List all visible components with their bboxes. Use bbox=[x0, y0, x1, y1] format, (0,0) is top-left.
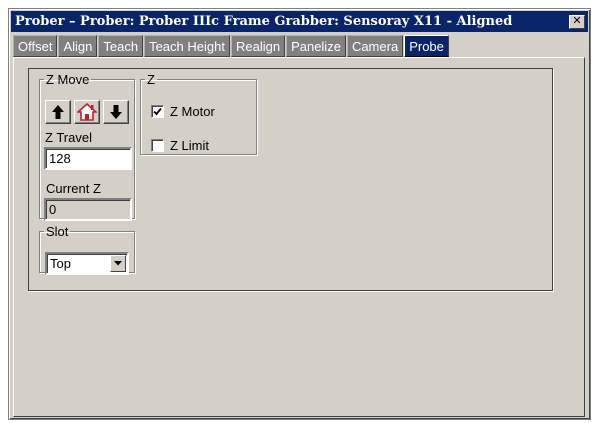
window-title: Prober – Prober: Prober IIIc Frame Grabb… bbox=[15, 14, 513, 29]
tab-strip: Offset Align Teach Teach Height Realign … bbox=[13, 35, 450, 57]
slot-group: Slot Top bbox=[39, 224, 135, 275]
slot-dropdown-button[interactable] bbox=[110, 255, 126, 272]
z-move-buttons bbox=[45, 100, 129, 124]
current-z-label: Current Z bbox=[46, 181, 101, 196]
z-limit-checkbox[interactable] bbox=[151, 139, 164, 152]
tab-camera[interactable]: Camera bbox=[346, 35, 404, 57]
tab-offset[interactable]: Offset bbox=[13, 35, 58, 57]
z-up-button[interactable] bbox=[45, 100, 71, 124]
z-down-button[interactable] bbox=[103, 100, 129, 124]
tab-teach[interactable]: Teach bbox=[98, 35, 144, 57]
slot-selected-value: Top bbox=[50, 256, 71, 271]
close-icon: ✕ bbox=[572, 15, 582, 27]
tab-panelize[interactable]: Panelize bbox=[286, 35, 346, 57]
prober-window: Prober – Prober: Prober IIIc Frame Grabb… bbox=[8, 8, 591, 420]
probe-panel-frame: Z Move Z Travel 128 Current Z 0 Z Z Moto… bbox=[28, 68, 553, 291]
z-home-button[interactable] bbox=[74, 100, 100, 124]
close-button[interactable]: ✕ bbox=[569, 14, 585, 29]
z-limit-label: Z Limit bbox=[170, 138, 209, 153]
z-legend: Z bbox=[147, 72, 155, 87]
arrow-down-icon bbox=[110, 105, 122, 119]
z-group: Z Z Motor Z Limit bbox=[140, 73, 257, 155]
z-move-legend: Z Move bbox=[46, 72, 90, 87]
probe-tab-page: Z Move Z Travel 128 Current Z 0 Z Z Moto… bbox=[13, 57, 585, 417]
title-bar[interactable]: Prober – Prober: Prober IIIc Frame Grabb… bbox=[11, 11, 588, 32]
home-icon bbox=[77, 103, 97, 121]
checkmark-icon bbox=[153, 107, 162, 116]
tab-realign[interactable]: Realign bbox=[230, 35, 286, 57]
z-motor-option[interactable]: Z Motor bbox=[151, 104, 215, 119]
z-limit-option[interactable]: Z Limit bbox=[151, 138, 209, 153]
slot-select[interactable]: Top bbox=[45, 252, 129, 275]
z-move-group: Z Move Z Travel 128 Current Z 0 bbox=[39, 72, 135, 221]
z-travel-label: Z Travel bbox=[45, 130, 92, 145]
z-motor-checkbox[interactable] bbox=[151, 105, 164, 118]
arrow-up-icon bbox=[52, 105, 64, 119]
chevron-down-icon bbox=[114, 261, 122, 266]
tab-teach-height[interactable]: Teach Height bbox=[144, 35, 230, 57]
tab-align[interactable]: Align bbox=[58, 35, 98, 57]
z-travel-input[interactable]: 128 bbox=[44, 147, 132, 170]
tab-probe[interactable]: Probe bbox=[404, 35, 449, 57]
slot-legend: Slot bbox=[46, 224, 69, 239]
current-z-value: 0 bbox=[44, 198, 132, 221]
z-motor-label: Z Motor bbox=[170, 104, 215, 119]
